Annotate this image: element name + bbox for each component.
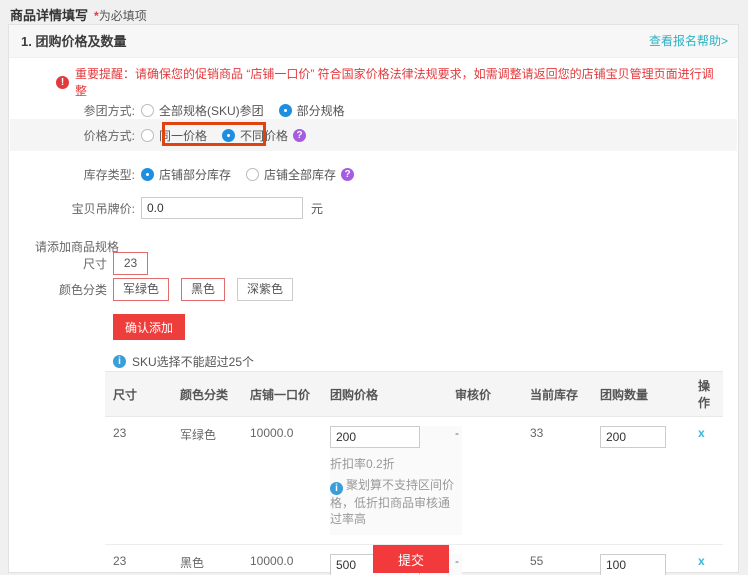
- stock-type-row: 库存类型: 店铺部分库存 店铺全部库存 ?: [9, 161, 354, 187]
- stock-type-label: 库存类型:: [9, 166, 135, 183]
- info-icon: i: [113, 355, 126, 368]
- cell-shop-price: 10000.0: [242, 417, 322, 545]
- color-option-dark-purple[interactable]: 深紫色: [237, 278, 293, 301]
- cell-shop-price: 10000.0: [242, 545, 322, 575]
- radio-partial-spec[interactable]: 部分规格: [279, 102, 345, 119]
- sku-limit-text: SKU选择不能超过25个: [132, 353, 254, 370]
- price-type-row: 价格方式: 同一价格 不同价格 ?: [9, 122, 306, 148]
- radio-partial-spec-label: 部分规格: [297, 102, 345, 119]
- join-type-label: 参团方式:: [9, 102, 135, 119]
- help-icon[interactable]: ?: [341, 168, 354, 181]
- radio-checked-icon: [222, 129, 235, 142]
- size-option-23[interactable]: 23: [113, 252, 148, 275]
- sku-table-header-row: 尺寸 颜色分类 店铺一口价 团购价格 审核价 当前库存 团购数量 操作: [105, 372, 723, 417]
- confirm-add-button[interactable]: 确认添加: [113, 314, 185, 340]
- color-label: 颜色分类: [9, 281, 107, 298]
- sku-row-1: 23 军绿色 10000.0 折扣率0.2折 i聚划算不支持区间价格，低折扣商品…: [105, 417, 723, 545]
- radio-checked-icon: [141, 168, 154, 181]
- price-tip: i聚划算不支持区间价格，低折扣商品审核通过率高: [330, 477, 458, 527]
- cell-quantity: [592, 545, 690, 575]
- radio-all-sku-label: 全部规格(SKU)参团: [159, 102, 264, 119]
- tag-price-input[interactable]: [141, 197, 303, 219]
- sku-limit-note: i SKU选择不能超过25个: [113, 353, 254, 370]
- radio-partial-stock[interactable]: 店铺部分库存: [141, 166, 231, 183]
- header-size: 尺寸: [105, 372, 172, 417]
- header-group-price: 团购价格: [322, 372, 447, 417]
- color-option-army-green[interactable]: 军绿色: [113, 278, 169, 301]
- radio-different-price-label: 不同价格: [240, 127, 288, 144]
- color-spec-row: 颜色分类 军绿色 黑色 深紫色: [9, 278, 293, 301]
- header-quantity: 团购数量: [592, 372, 690, 417]
- cell-quantity: [592, 417, 690, 545]
- page-header: 商品详情填写*为必填项: [10, 5, 147, 24]
- price-law-warning: ! 重要提醒：请确保您的促销商品 “店铺一口价” 符合国家价格法律法规要求，如需…: [56, 65, 718, 99]
- cell-group-price: 折扣率0.2折 i聚划算不支持区间价格，低折扣商品审核通过率高: [322, 417, 447, 545]
- header-action: 操作: [690, 372, 723, 417]
- cell-size: 23: [105, 417, 172, 545]
- cell-color: 黑色: [172, 545, 242, 575]
- radio-same-price[interactable]: 同一价格: [141, 127, 207, 144]
- radio-different-price[interactable]: 不同价格: [222, 127, 288, 144]
- quantity-input[interactable]: [600, 554, 666, 575]
- size-spec-row: 尺寸 23: [9, 252, 148, 275]
- discount-rate-note: 折扣率0.2折: [330, 455, 456, 472]
- radio-same-price-label: 同一价格: [159, 127, 207, 144]
- radio-all-stock[interactable]: 店铺全部库存: [246, 166, 336, 183]
- radio-all-sku[interactable]: 全部规格(SKU)参团: [141, 102, 264, 119]
- cell-audit-price: -: [447, 545, 522, 575]
- cell-stock: 33: [522, 417, 592, 545]
- cell-audit-price: -: [447, 417, 522, 545]
- group-price-panel: 1. 团购价格及数量 查看报名帮助> ! 重要提醒：请确保您的促销商品 “店铺一…: [8, 24, 739, 573]
- radio-unchecked-icon: [141, 129, 154, 142]
- group-price-block: 折扣率0.2折 i聚划算不支持区间价格，低折扣商品审核通过率高: [330, 426, 462, 535]
- radio-all-stock-label: 店铺全部库存: [264, 166, 336, 183]
- tag-price-row: 宝贝吊牌价: 元: [9, 195, 323, 221]
- warning-icon: !: [56, 76, 69, 89]
- size-label: 尺寸: [9, 255, 107, 272]
- price-tip-text: 聚划算不支持区间价格，低折扣商品审核通过率高: [330, 478, 454, 526]
- cell-action: x: [690, 545, 723, 575]
- cell-stock: 55: [522, 545, 592, 575]
- header-audit-price: 审核价: [447, 372, 522, 417]
- signup-help-link[interactable]: 查看报名帮助>: [649, 25, 728, 58]
- price-type-label: 价格方式:: [9, 127, 135, 144]
- section-title: 1. 团购价格及数量: [21, 25, 126, 58]
- cell-size: 23: [105, 545, 172, 575]
- group-price-input[interactable]: [330, 426, 420, 448]
- radio-checked-icon: [279, 104, 292, 117]
- header-shop-price: 店铺一口价: [242, 372, 322, 417]
- group-buy-detail-page: 商品详情填写*为必填项 1. 团购价格及数量 查看报名帮助> ! 重要提醒：请确…: [0, 0, 748, 575]
- radio-partial-stock-label: 店铺部分库存: [159, 166, 231, 183]
- radio-unchecked-icon: [246, 168, 259, 181]
- delete-row-link[interactable]: x: [698, 554, 705, 568]
- radio-unchecked-icon: [141, 104, 154, 117]
- delete-row-link[interactable]: x: [698, 426, 705, 440]
- warning-text: 重要提醒：请确保您的促销商品 “店铺一口价” 符合国家价格法律法规要求，如需调整…: [75, 65, 718, 99]
- cell-color: 军绿色: [172, 417, 242, 545]
- header-stock: 当前库存: [522, 372, 592, 417]
- submit-button[interactable]: 提交: [373, 545, 449, 573]
- page-title: 商品详情填写: [10, 8, 88, 23]
- info-icon: i: [330, 482, 343, 495]
- header-color: 颜色分类: [172, 372, 242, 417]
- tag-price-unit: 元: [311, 200, 323, 217]
- help-icon[interactable]: ?: [293, 129, 306, 142]
- color-option-black[interactable]: 黑色: [181, 278, 225, 301]
- required-note: 为必填项: [99, 9, 147, 23]
- section-header: 1. 团购价格及数量 查看报名帮助>: [9, 25, 738, 58]
- tag-price-label: 宝贝吊牌价:: [9, 200, 135, 217]
- quantity-input[interactable]: [600, 426, 666, 448]
- cell-action: x: [690, 417, 723, 545]
